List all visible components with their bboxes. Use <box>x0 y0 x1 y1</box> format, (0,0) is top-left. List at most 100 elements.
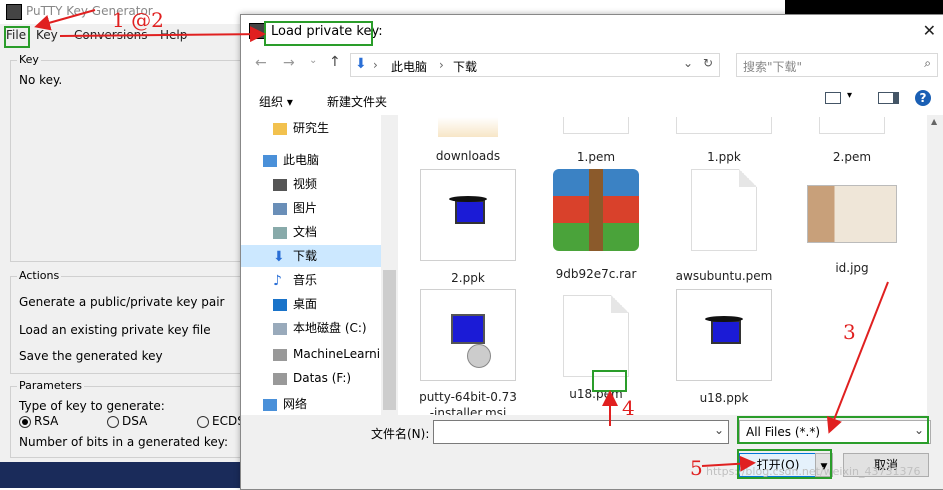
search-input[interactable]: 搜索"下载" ⌕ <box>736 53 938 77</box>
list-item[interactable]: 2.ppk <box>413 169 523 285</box>
recent-chevron-icon[interactable]: ⌄ <box>309 55 317 66</box>
sidebar-item-machinelearning[interactable]: MachineLearnin <box>273 343 381 365</box>
putty-app-icon <box>6 4 22 20</box>
highlight-file-type <box>737 416 929 444</box>
file-name: 1.ppk <box>707 150 741 164</box>
annotation-step-4: 4 <box>622 396 635 420</box>
list-item[interactable]: u18.ppk <box>669 289 779 405</box>
file-icon <box>691 169 757 251</box>
putty-window: PuTTY Key Generator File Key Conversions… <box>0 0 478 488</box>
list-item[interactable]: awsubuntu.pem <box>669 169 779 283</box>
help-icon[interactable]: ? <box>915 90 931 106</box>
drive-icon <box>273 372 287 385</box>
forward-arrow-icon[interactable]: → <box>283 55 295 71</box>
sidebar-item-network[interactable]: 网络 <box>263 393 393 415</box>
breadcrumb-separator-icon: › <box>373 58 378 72</box>
download-folder-icon: ⬇ <box>355 56 367 72</box>
sidebar-item-downloads[interactable]: ⬇ 下载 <box>241 245 398 267</box>
file-name: downloads <box>435 149 501 163</box>
dialog-toolbar: 组织 ▾ 新建文件夹 ▾ ? <box>241 87 943 115</box>
file-name: 2.pem <box>832 150 872 164</box>
key-group: Key No key. <box>10 53 252 262</box>
desktop-icon <box>273 298 287 311</box>
computer-icon <box>263 154 277 167</box>
navigation-pane: 研究生 此电脑 视频 图片 文档 ⬇ 下载 ♪ 音乐 桌面 本地磁盘 (C:) Ma… <box>241 115 398 415</box>
sidebar-item-this-pc[interactable]: 此电脑 <box>263 149 393 171</box>
key-group-label: Key <box>17 53 41 66</box>
highlight-pem <box>592 370 627 392</box>
search-icon: ⌕ <box>924 56 931 70</box>
sidebar-item-documents[interactable]: 文档 <box>273 221 398 243</box>
sidebar-item-desktop[interactable]: 桌面 <box>273 293 398 315</box>
highlight-file-menu <box>4 26 30 48</box>
music-icon: ♪ <box>273 272 282 289</box>
preview-pane-icon[interactable] <box>878 92 899 104</box>
list-item[interactable]: 9db92e7c.rar <box>541 169 651 281</box>
address-bar[interactable]: ⬇ › 此电脑 › 下载 ⌄ ↻ <box>350 53 720 77</box>
annotation-step-5: 5 <box>690 456 703 480</box>
annotation-step-3: 3 <box>843 320 856 344</box>
list-item[interactable]: downloads <box>413 117 523 163</box>
new-folder-button[interactable]: 新建文件夹 <box>327 93 387 110</box>
view-chevron-icon[interactable]: ▾ <box>847 90 852 101</box>
refresh-icon[interactable]: ↻ <box>703 56 713 70</box>
filename-dropdown-icon[interactable]: ⌄ <box>714 423 724 437</box>
radio-ecdsa[interactable]: ECDS <box>197 414 245 428</box>
scroll-up-icon[interactable]: ▲ <box>931 117 937 126</box>
image-thumbnail <box>807 185 897 243</box>
folder-icon <box>273 122 287 135</box>
navigation-bar: ← → ⌄ ↑ ⬇ › 此电脑 › 下载 ⌄ ↻ 搜索"下载" ⌕ <box>241 49 943 79</box>
highlight-dialog-title <box>264 21 373 46</box>
network-icon <box>263 398 277 411</box>
list-item[interactable]: 1.ppk <box>669 117 779 164</box>
drive-icon <box>273 322 287 335</box>
list-item[interactable]: putty-64bit-0.73 -installer.msi <box>413 289 523 415</box>
parameters-group-label: Parameters <box>17 379 84 392</box>
organize-button[interactable]: 组织 ▾ <box>259 93 293 110</box>
sidebar-item-datas[interactable]: Datas (F:) <box>273 367 398 389</box>
file-name: 2.ppk <box>451 271 485 285</box>
sidebar-item-music[interactable]: ♪ 音乐 <box>273 269 398 291</box>
breadcrumb-this-pc[interactable]: 此电脑 <box>391 58 427 75</box>
file-list: downloads 1.pem 1.ppk 2.pem 2.ppk 9db92e… <box>399 115 927 415</box>
sidebar-item-grad[interactable]: 研究生 <box>273 117 398 139</box>
file-icon <box>563 117 629 134</box>
folder-icon <box>438 117 498 137</box>
action-load: Load an existing private key file <box>19 323 211 337</box>
download-icon: ⬇ <box>273 248 285 265</box>
radio-rsa[interactable]: RSA <box>19 414 58 428</box>
view-options-icon[interactable] <box>825 92 841 104</box>
sidebar-item-videos[interactable]: 视频 <box>273 173 398 195</box>
sidebar-scroll-thumb[interactable] <box>383 270 396 410</box>
taskbar-strip <box>0 462 258 488</box>
menu-help[interactable]: Help <box>160 28 187 42</box>
file-name: 1.pem <box>576 150 616 164</box>
filename-input[interactable]: ⌄ <box>433 420 729 444</box>
putty-key-icon <box>420 169 516 261</box>
action-save: Save the generated key <box>19 349 163 363</box>
list-item[interactable]: id.jpg <box>797 169 907 275</box>
breadcrumb-downloads[interactable]: 下载 <box>453 58 477 75</box>
list-item[interactable]: 1.pem <box>541 117 651 164</box>
bits-label: Number of bits in a generated key: <box>19 435 229 449</box>
file-list-scrollbar[interactable]: ▲ <box>927 115 943 415</box>
no-key-text: No key. <box>19 73 63 87</box>
close-icon[interactable]: ✕ <box>923 21 936 40</box>
radio-dsa[interactable]: DSA <box>107 414 147 428</box>
breadcrumb-separator-icon: › <box>439 58 444 72</box>
background-dark-strip <box>785 0 943 14</box>
menu-key[interactable]: Key <box>36 28 58 42</box>
file-name: awsubuntu.pem <box>675 269 773 283</box>
archive-icon <box>553 169 639 251</box>
document-icon <box>273 226 287 239</box>
address-dropdown-icon[interactable]: ⌄ <box>683 56 693 70</box>
back-arrow-icon[interactable]: ← <box>255 55 267 71</box>
installer-icon <box>420 289 516 381</box>
file-name: id.jpg <box>835 261 869 275</box>
sidebar-item-drive-c[interactable]: 本地磁盘 (C:) <box>273 317 398 339</box>
list-item[interactable]: 2.pem <box>797 117 907 164</box>
parameters-group: Parameters Type of key to generate: RSA … <box>10 379 252 458</box>
up-arrow-icon[interactable]: ↑ <box>329 54 341 70</box>
annotation-step-1-2: 1 @2 <box>112 8 164 32</box>
sidebar-item-pictures[interactable]: 图片 <box>273 197 398 219</box>
